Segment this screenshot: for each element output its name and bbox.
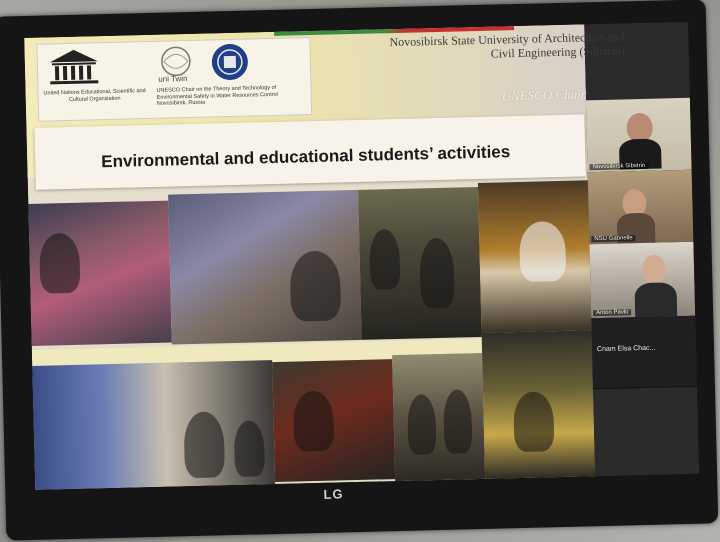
participant-name: Novosibirsk Sibstrin [589, 162, 649, 171]
photo-workshop-table [28, 200, 172, 346]
participant-tile[interactable]: Novosibirsk Sibstrin [585, 97, 692, 174]
unitwin-logo: uni Twin [158, 46, 191, 84]
photo-night-activity [481, 330, 596, 479]
participant-tile[interactable]: Cnam Elsa Chac... [591, 315, 697, 390]
photo-music-performance [392, 352, 486, 482]
presentation-slide: uni Twin United Nations Educational, Sci… [24, 24, 625, 490]
unesco-caption: United Nations Educational, Scientific a… [43, 88, 146, 103]
monitor: uni Twin United Nations Educational, Sci… [0, 0, 719, 541]
unitwin-logo-text: uni Twin [158, 74, 187, 84]
participant-tile[interactable]: Anton Pavlo [589, 241, 696, 320]
participant-name: Cnam Elsa Chac... [596, 344, 656, 354]
video-participant-column: Novosibirsk Sibstrin NSU Gabrielle Anton… [585, 97, 700, 477]
participant-name: Anton Pavlo [593, 309, 632, 317]
photo-group-discussion [272, 359, 396, 483]
lg-logo: LG [323, 486, 344, 502]
participant-name: NSU Gabrielle [591, 235, 636, 243]
logo-panel: uni Twin United Nations Educational, Sci… [36, 37, 313, 122]
photo-exhibition-hall [32, 360, 276, 490]
monitor-screen: uni Twin United Nations Educational, Sci… [24, 21, 700, 490]
sibstrin-emblem-logo [211, 44, 248, 81]
photo-drawing-activity [168, 189, 362, 345]
photo-students-meeting [358, 186, 482, 340]
participant-tile[interactable]: NSU Gabrielle [587, 169, 694, 246]
participant-face [641, 254, 667, 286]
unesco-temple-logo [49, 49, 99, 85]
photo-lab-work [477, 180, 592, 333]
chair-caption: UNESCO Chair on the Theory and Technolog… [156, 84, 278, 107]
